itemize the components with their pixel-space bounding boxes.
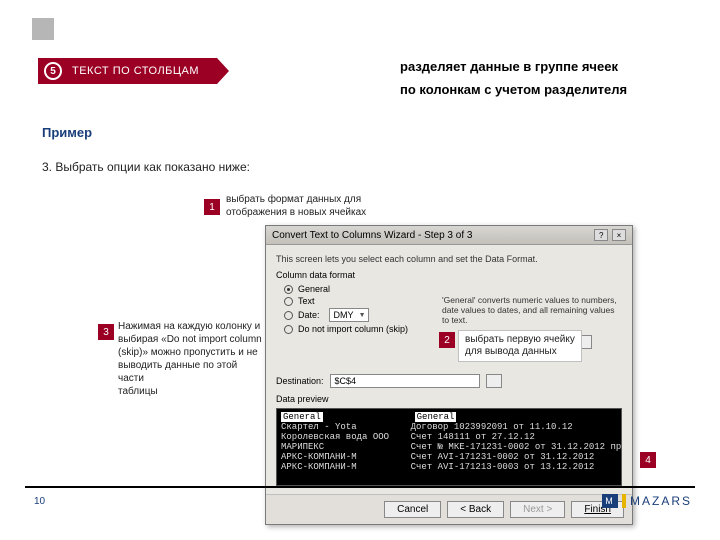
preview-row: АРКС-КОМПАНИ-М Счет AVI-171231-0002 от 3…: [281, 452, 594, 462]
help-icon[interactable]: ?: [594, 229, 608, 241]
callout-2-text: выбрать первую ячейку для вывода данных: [458, 330, 582, 362]
callout-1-badge: 1: [204, 199, 220, 215]
callout-2-badge: 2: [439, 332, 455, 348]
brand-accent: [622, 494, 626, 508]
subtitle-line1: разделяет данные в группе ячеек: [400, 55, 627, 78]
preview-col1-header: General: [281, 412, 323, 422]
preview-label: Data preview: [276, 394, 622, 404]
radio-icon: [284, 311, 293, 320]
ribbon-number: 5: [44, 62, 62, 80]
radio-general-label: General: [298, 284, 330, 294]
next-button: Next >: [510, 501, 565, 518]
callout-1-text: выбрать формат данных для отображения в …: [226, 193, 366, 219]
destination-label: Destination:: [276, 376, 324, 386]
group-label: Column data format: [276, 270, 622, 280]
radio-icon: [284, 297, 293, 306]
dialog-title-text: Convert Text to Columns Wizard - Step 3 …: [272, 230, 472, 241]
preview-row: Королевская вода ООО Счет 148111 от 27.1…: [281, 432, 535, 442]
subtitle-line2: по колонкам с учетом разделителя: [400, 78, 627, 101]
dialog-titlebar: Convert Text to Columns Wizard - Step 3 …: [266, 226, 632, 245]
callout-3-text: Нажимая на каждую колонку и выбирая «Do …: [118, 320, 263, 398]
back-button[interactable]: < Back: [447, 501, 504, 518]
preview-row: Скартел - Yota Договор 1023992091 от 11.…: [281, 422, 573, 432]
radio-text-label: Text: [298, 296, 315, 306]
close-icon[interactable]: ×: [612, 229, 626, 241]
dialog-body: This screen lets you select each column …: [266, 245, 632, 494]
destination-input[interactable]: $C$4: [330, 374, 480, 388]
example-heading: Пример: [42, 125, 92, 140]
data-preview[interactable]: General General Скартел - Yota Договор 1…: [276, 408, 622, 486]
radio-date-label: Date:: [298, 310, 320, 320]
dialog-button-row: Cancel < Back Next > Finish: [266, 494, 632, 524]
brand-name: MAZARS: [630, 494, 692, 508]
section-ribbon: 5 ТЕКСТ ПО СТОЛБЦАМ: [38, 58, 217, 84]
wizard-dialog: Convert Text to Columns Wizard - Step 3 …: [265, 225, 633, 525]
brand-mark: M: [602, 494, 618, 508]
callout-4-badge: 4: [640, 452, 656, 468]
date-format-select[interactable]: DMY: [329, 308, 369, 322]
brand-logo-area: M MAZARS: [602, 494, 692, 508]
step-3-text: 3. Выбрать опции как показано ниже:: [42, 160, 250, 174]
decorative-square: [32, 18, 54, 40]
subtitle: разделяет данные в группе ячеек по колон…: [400, 55, 627, 102]
radio-skip-label: Do not import column (skip): [298, 324, 408, 334]
radio-general[interactable]: General: [284, 284, 622, 294]
range-picker-icon[interactable]: [486, 374, 502, 388]
format-info-text: 'General' converts numeric values to num…: [442, 295, 622, 326]
callout-3-badge: 3: [98, 324, 114, 340]
radio-icon: [284, 325, 293, 334]
radio-icon: [284, 285, 293, 294]
dialog-hint: This screen lets you select each column …: [276, 254, 622, 264]
cancel-button[interactable]: Cancel: [384, 501, 441, 518]
preview-row: МАРИПЕКС Счет № МКЕ-171231-0002 от 31.12…: [281, 442, 622, 452]
page-number: 10: [34, 496, 45, 507]
preview-row: АРКС-КОМПАНИ-М Счет AVI-171213-0003 от 1…: [281, 462, 594, 472]
ribbon-title: ТЕКСТ ПО СТОЛБЦАМ: [72, 65, 199, 77]
preview-col2-header: General: [415, 412, 457, 422]
footer-divider: [25, 486, 695, 488]
